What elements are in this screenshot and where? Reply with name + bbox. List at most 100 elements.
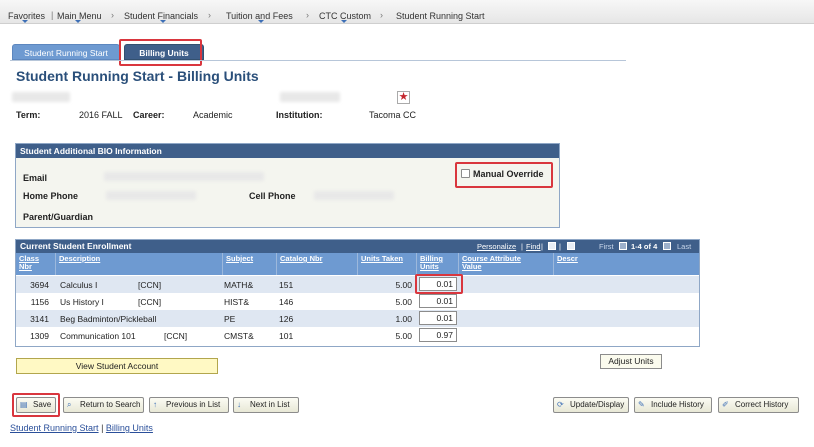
- update-display-button[interactable]: ⟳ Update/Display: [553, 397, 629, 413]
- redacted-student-name: [280, 92, 340, 102]
- cell-phone-label: Cell Phone: [249, 191, 296, 201]
- col-course-attribute[interactable]: Course Attribute Value: [462, 255, 542, 271]
- col-description[interactable]: Description: [59, 255, 100, 263]
- column-divider: [553, 253, 554, 275]
- breadcrumb-current: Student Running Start: [396, 11, 485, 21]
- col-catalog-nbr[interactable]: Catalog Nbr: [280, 255, 323, 263]
- table-row: 3694 Calculus I [CCN] MATH& 151 5.00 0.0…: [16, 276, 699, 293]
- previous-in-list-button[interactable]: ↑ Previous in List: [149, 397, 229, 413]
- chevron-down-icon[interactable]: [75, 20, 81, 23]
- table-row: 1309 Communication 101 [CCN] CMST& 101 5…: [16, 327, 699, 344]
- return-to-search-label: Return to Search: [80, 400, 141, 409]
- enrollment-grid: Current Student Enrollment Personalize |…: [15, 239, 700, 347]
- history-icon: ✎: [638, 400, 645, 409]
- term-value: 2016 FALL: [79, 110, 123, 120]
- highlight-box: [12, 393, 60, 417]
- view-student-account-button[interactable]: View Student Account: [16, 358, 218, 374]
- col-units-taken[interactable]: Units Taken: [361, 255, 403, 263]
- previous-icon: ↑: [153, 400, 157, 409]
- class-nbr-cell: 1156: [30, 297, 49, 307]
- redacted-home-phone: [106, 191, 196, 200]
- description-cell: Beg Badminton/Pickleball: [60, 314, 157, 324]
- table-row: 1156 Us History I [CCN] HIST& 146 5.00 0…: [16, 293, 699, 310]
- footer-separator: |: [98, 423, 106, 433]
- billing-units-input[interactable]: 0.01: [419, 294, 457, 308]
- description-cell: Communication 101: [60, 331, 136, 341]
- class-nbr-cell: 1309: [30, 331, 49, 341]
- subject-cell: CMST&: [224, 331, 254, 341]
- attribute-cell: [CCN]: [138, 280, 162, 290]
- previous-in-list-label: Previous in List: [166, 400, 221, 409]
- include-history-label: Include History: [651, 400, 704, 409]
- tab-student-running-start[interactable]: Student Running Start: [12, 44, 120, 60]
- chevron-down-icon[interactable]: [258, 20, 264, 23]
- breadcrumb-separator: ›: [208, 10, 211, 20]
- catalog-cell: 101: [279, 331, 294, 341]
- footer-link-running-start[interactable]: Student Running Start: [10, 423, 99, 433]
- footer-link-billing-units[interactable]: Billing Units: [106, 423, 153, 433]
- term-label: Term:: [16, 110, 41, 120]
- adjust-units-button[interactable]: Adjust Units: [600, 354, 662, 369]
- catalog-cell: 151: [279, 280, 294, 290]
- nav-separator: |: [559, 242, 561, 251]
- billing-units-input[interactable]: 0.97: [419, 328, 457, 342]
- redacted-student-id: [12, 92, 70, 102]
- download-icon[interactable]: [567, 242, 575, 250]
- career-label: Career:: [133, 110, 165, 120]
- personalize-link[interactable]: Personalize: [477, 242, 516, 251]
- units-cell: 5.00: [395, 331, 412, 341]
- update-display-label: Update/Display: [570, 400, 625, 409]
- previous-arrow-icon: [619, 242, 627, 250]
- class-nbr-cell: 3694: [30, 280, 49, 290]
- breadcrumb-separator: ›: [111, 10, 114, 20]
- home-phone-label: Home Phone: [23, 191, 79, 201]
- breadcrumb-separator: ›: [306, 10, 309, 20]
- attribute-cell: [CCN]: [138, 297, 162, 307]
- units-cell: 5.00: [395, 280, 412, 290]
- grid-header-bar: Current Student Enrollment Personalize |…: [16, 240, 699, 253]
- footer-tab-links: Student Running Start | Billing Units: [10, 423, 153, 433]
- row-range: 1-4 of 4: [631, 242, 658, 251]
- table-row: 3141 Beg Badminton/Pickleball PE 126 1.0…: [16, 310, 699, 327]
- correct-history-button[interactable]: ✐ Correct History: [718, 397, 799, 413]
- highlight-box: [455, 162, 553, 188]
- include-history-button[interactable]: ✎ Include History: [634, 397, 712, 413]
- redacted-email: [104, 172, 264, 181]
- col-descr[interactable]: Descr: [557, 255, 578, 263]
- breadcrumb: Favorites | Main Menu › Student Financia…: [0, 0, 814, 24]
- col-billing-units[interactable]: Billing Units: [420, 255, 450, 271]
- units-cell: 1.00: [395, 314, 412, 324]
- billing-units-input[interactable]: 0.01: [419, 311, 457, 325]
- correct-history-label: Correct History: [735, 400, 789, 409]
- redacted-cell-phone: [314, 191, 394, 200]
- subject-cell: MATH&: [224, 280, 254, 290]
- breadcrumb-separator: ›: [380, 10, 383, 20]
- next-icon: ↓: [237, 400, 241, 409]
- subject-cell: HIST&: [224, 297, 250, 307]
- search-icon: ⌕: [67, 400, 72, 409]
- col-class-nbr[interactable]: Class Nbr: [19, 255, 49, 271]
- email-label: Email: [23, 173, 48, 183]
- chevron-down-icon[interactable]: [341, 20, 347, 23]
- nav-separator: |: [541, 242, 543, 251]
- update-icon: ⟳: [557, 400, 564, 409]
- column-divider: [416, 253, 417, 275]
- chevron-down-icon[interactable]: [22, 20, 28, 23]
- chevron-down-icon[interactable]: [160, 20, 166, 23]
- star-icon[interactable]: ★: [397, 91, 410, 104]
- grid-title: Current Student Enrollment: [20, 241, 132, 251]
- career-value: Academic: [193, 110, 233, 120]
- col-subject[interactable]: Subject: [226, 255, 253, 263]
- next-in-list-button[interactable]: ↓ Next in List: [233, 397, 299, 413]
- find-link[interactable]: Find: [526, 242, 541, 251]
- institution-value: Tacoma CC: [369, 110, 417, 120]
- page-title: Student Running Start - Billing Units: [16, 68, 259, 84]
- view-all-icon[interactable]: [548, 242, 556, 250]
- parent-guardian-label: Parent/Guardian: [23, 212, 94, 222]
- return-to-search-button[interactable]: ⌕ Return to Search: [63, 397, 144, 413]
- tab-divider: [10, 60, 626, 61]
- attribute-cell: [CCN]: [164, 331, 188, 341]
- column-divider: [357, 253, 358, 275]
- column-divider: [55, 253, 56, 275]
- units-cell: 5.00: [395, 297, 412, 307]
